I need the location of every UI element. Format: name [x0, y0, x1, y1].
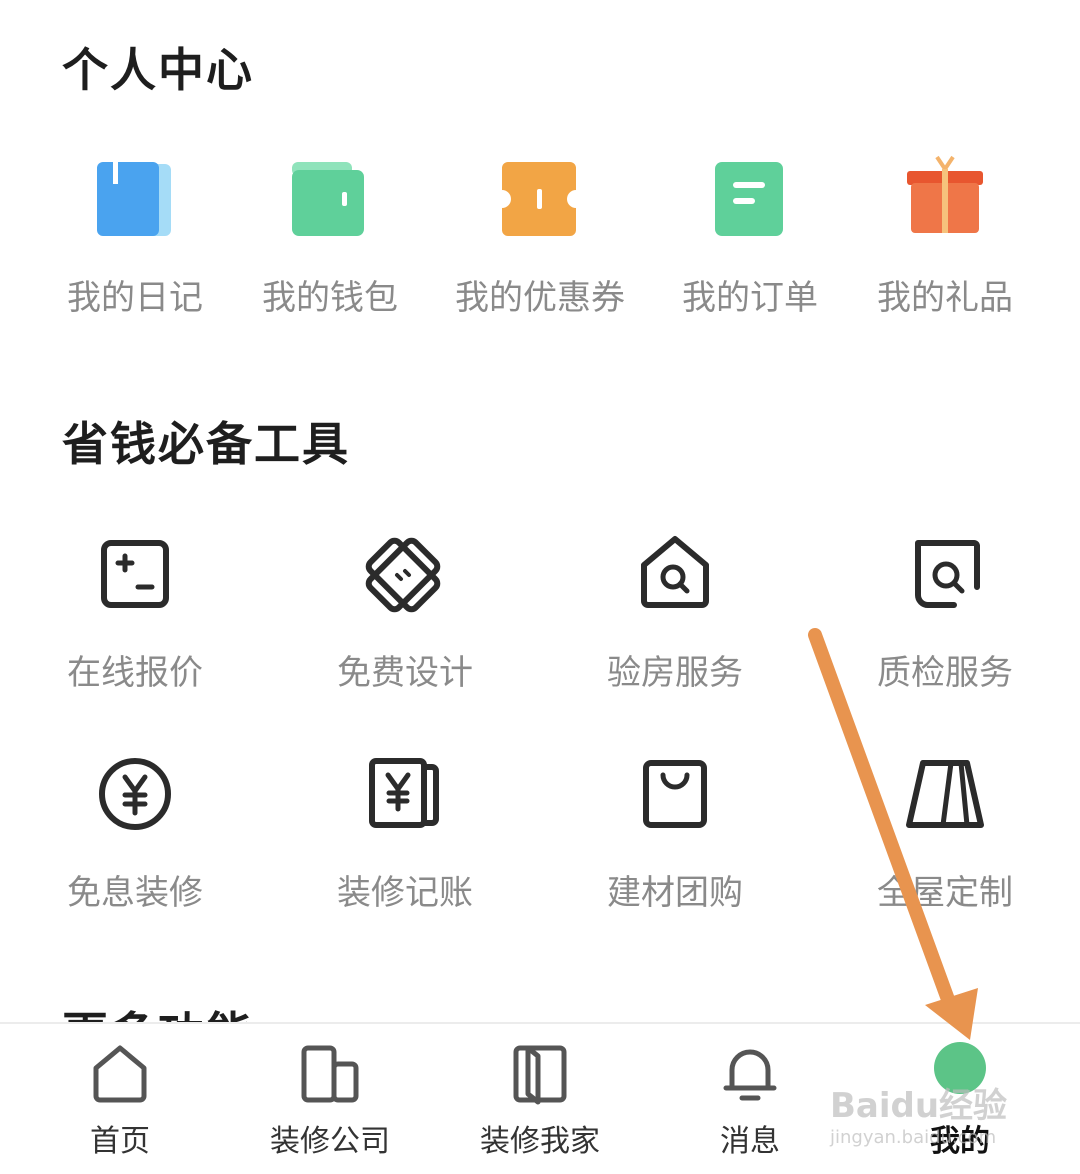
- menu-item-coupon[interactable]: 我的优惠券: [440, 160, 640, 320]
- tool-item-online-quote[interactable]: 在线报价: [40, 535, 230, 695]
- tool-item-online-quote-label: 在线报价: [67, 653, 203, 693]
- tool-item-quality-check-label: 质检服务: [877, 653, 1013, 693]
- menu-item-gift-label: 我的礼品: [877, 278, 1013, 318]
- tab-my-home[interactable]: 装修我家: [432, 1024, 648, 1174]
- menu-item-wallet[interactable]: 我的钱包: [235, 160, 425, 320]
- coupon-icon: [502, 162, 576, 236]
- house-inspect-icon: [641, 536, 709, 608]
- yuan-coin-icon: [99, 758, 171, 830]
- bell-icon: [723, 1049, 777, 1101]
- shopping-bag-icon: [643, 760, 707, 828]
- quality-check-icon: [915, 540, 980, 608]
- tab-my-home-label: 装修我家: [480, 1124, 600, 1159]
- tool-item-house-inspection-label: 验房服务: [607, 653, 743, 693]
- tool-item-house-inspection[interactable]: 验房服务: [580, 535, 770, 695]
- tool-item-interest-free-label: 免息装修: [67, 873, 203, 913]
- menu-item-wallet-label: 我的钱包: [262, 278, 398, 318]
- order-icon: [715, 162, 783, 236]
- personal-center-title: 个人中心: [62, 43, 254, 97]
- calculator-icon: [101, 540, 169, 608]
- tool-item-quality-check[interactable]: 质检服务: [850, 535, 1040, 695]
- diary-icon: [97, 162, 171, 236]
- tool-item-free-design[interactable]: 免费设计: [310, 535, 500, 695]
- wallet-icon: [292, 162, 364, 236]
- tab-company-label: 装修公司: [270, 1124, 390, 1159]
- company-icon: [301, 1045, 359, 1103]
- tool-item-group-buy-label: 建材团购: [607, 873, 743, 913]
- tab-messages-label: 消息: [720, 1124, 780, 1159]
- tool-item-interest-free[interactable]: 免息装修: [40, 755, 230, 915]
- tab-home-label: 首页: [90, 1124, 150, 1159]
- tab-company[interactable]: 装修公司: [222, 1024, 438, 1174]
- my-home-icon: [513, 1045, 567, 1105]
- tab-mine[interactable]: 我的: [852, 1024, 1068, 1174]
- tool-item-whole-house-custom[interactable]: 全屋定制: [850, 755, 1040, 915]
- tab-messages[interactable]: 消息: [642, 1024, 858, 1174]
- wardrobe-icon: [906, 760, 984, 828]
- home-icon: [93, 1045, 147, 1103]
- tools-section-title: 省钱必备工具: [62, 417, 350, 471]
- menu-item-coupon-label: 我的优惠券: [455, 278, 625, 318]
- tab-home[interactable]: 首页: [12, 1024, 228, 1174]
- tool-item-whole-house-custom-label: 全屋定制: [877, 873, 1013, 913]
- tab-mine-label: 我的: [930, 1124, 990, 1159]
- profile-dot-icon: [934, 1042, 986, 1094]
- tool-item-ledger-label: 装修记账: [337, 873, 473, 913]
- menu-item-diary-label: 我的日记: [67, 278, 203, 318]
- tool-item-group-buy[interactable]: 建材团购: [580, 755, 770, 915]
- design-ruler-icon: [365, 537, 441, 613]
- tool-item-free-design-label: 免费设计: [337, 653, 473, 693]
- tool-item-ledger[interactable]: 装修记账: [310, 755, 500, 915]
- bottom-tab-bar: 首页 装修公司 装修我家 消息 我的: [0, 1022, 1080, 1174]
- menu-item-diary[interactable]: 我的日记: [40, 160, 230, 320]
- ledger-icon: [369, 758, 439, 828]
- menu-item-order-label: 我的订单: [682, 278, 818, 318]
- menu-item-gift[interactable]: 我的礼品: [850, 155, 1040, 320]
- menu-item-order[interactable]: 我的订单: [655, 160, 845, 320]
- gift-icon: [907, 155, 983, 233]
